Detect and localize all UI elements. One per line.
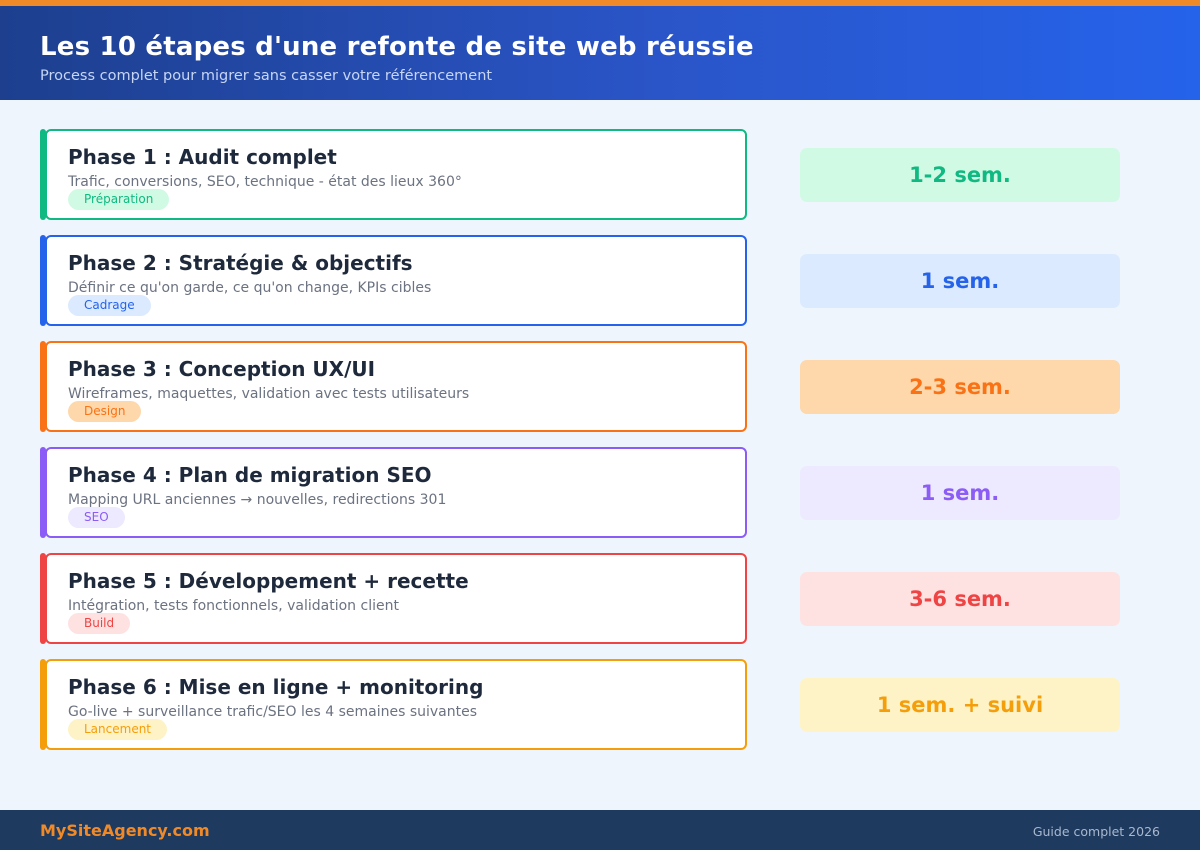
phase-card: Phase 1 : Audit complet Trafic, conversi…: [45, 129, 747, 220]
phase-tag: Cadrage: [68, 295, 151, 316]
page-footer: MySiteAgency.com Guide complet 2026: [0, 810, 1200, 850]
footer-note: Guide complet 2026: [1032, 824, 1160, 839]
phase-tag: Préparation: [68, 189, 170, 210]
phase-description: Go-live + surveillance trafic/SEO les 4 …: [68, 704, 478, 720]
phase-card: Phase 2 : Stratégie & objectifs Définir …: [45, 235, 747, 326]
phase-title: Phase 6 : Mise en ligne + monitoring: [68, 675, 484, 699]
phase-row-2: Phase 2 : Stratégie & objectifs Définir …: [40, 235, 1120, 326]
phase-duration-badge: 1 sem.: [800, 466, 1120, 520]
phase-description: Définir ce qu'on garde, ce qu'on change,…: [68, 280, 432, 296]
phase-description: Intégration, tests fonctionnels, validat…: [68, 598, 399, 614]
phase-row-5: Phase 5 : Développement + recette Intégr…: [40, 553, 1120, 644]
phase-card: Phase 3 : Conception UX/UI Wireframes, m…: [45, 341, 747, 432]
page-header: Les 10 étapes d'une refonte de site web …: [0, 6, 1200, 100]
phase-duration-badge: 1 sem.: [800, 254, 1120, 308]
phase-card: Phase 6 : Mise en ligne + monitoring Go-…: [45, 659, 747, 750]
phase-card: Phase 5 : Développement + recette Intégr…: [45, 553, 747, 644]
phase-tag: Build: [68, 613, 131, 634]
phase-duration-badge: 2-3 sem.: [800, 360, 1120, 414]
phase-description: Wireframes, maquettes, validation avec t…: [68, 386, 470, 402]
phase-duration-badge: 1 sem. + suivi: [800, 678, 1120, 732]
phase-description: Mapping URL anciennes → nouvelles, redir…: [68, 492, 447, 508]
page-subtitle: Process complet pour migrer sans casser …: [40, 68, 493, 84]
phase-tag: SEO: [68, 507, 125, 528]
phase-tag: Lancement: [68, 719, 168, 740]
phase-duration-badge: 1-2 sem.: [800, 148, 1120, 202]
phase-title: Phase 2 : Stratégie & objectifs: [68, 251, 413, 275]
page-title: Les 10 étapes d'une refonte de site web …: [40, 32, 754, 62]
phase-duration-badge: 3-6 sem.: [800, 572, 1120, 626]
phase-tag: Design: [68, 401, 142, 422]
phase-title: Phase 3 : Conception UX/UI: [68, 357, 376, 381]
phase-description: Trafic, conversions, SEO, technique - ét…: [68, 174, 462, 190]
phase-row-4: Phase 4 : Plan de migration SEO Mapping …: [40, 447, 1120, 538]
phase-row-6: Phase 6 : Mise en ligne + monitoring Go-…: [40, 659, 1120, 750]
phase-row-1: Phase 1 : Audit complet Trafic, conversi…: [40, 129, 1120, 220]
phase-title: Phase 1 : Audit complet: [68, 145, 337, 169]
phase-title: Phase 4 : Plan de migration SEO: [68, 463, 432, 487]
footer-brand: MySiteAgency.com: [40, 821, 210, 840]
phase-title: Phase 5 : Développement + recette: [68, 569, 469, 593]
phase-row-3: Phase 3 : Conception UX/UI Wireframes, m…: [40, 341, 1120, 432]
phase-card: Phase 4 : Plan de migration SEO Mapping …: [45, 447, 747, 538]
